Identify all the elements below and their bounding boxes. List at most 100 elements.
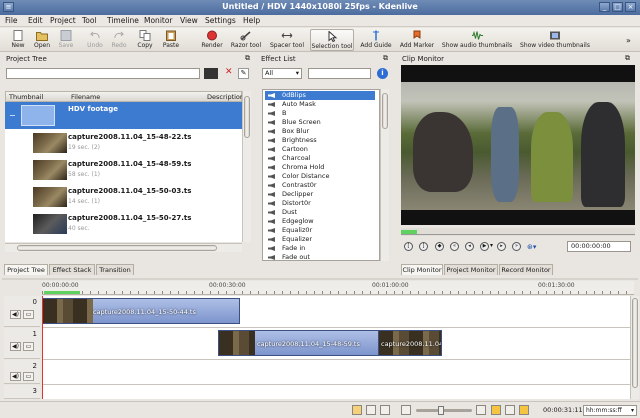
effect-item[interactable]: Contrast0r (265, 181, 375, 190)
split-audio-icon[interactable] (366, 405, 376, 415)
menu-project[interactable]: Project (50, 16, 76, 25)
minimize-icon[interactable]: _ (599, 2, 610, 12)
effect-list-vscrollbar[interactable] (380, 89, 389, 261)
razor-tool-button[interactable]: Razor tool (229, 29, 263, 51)
effect-item[interactable]: Blue Screen (265, 118, 375, 127)
show-audio-thumbnails-button[interactable]: Show audio thumbnails (440, 29, 514, 51)
effect-item[interactable]: Distort0r (265, 199, 375, 208)
scroll-thumb[interactable] (17, 245, 217, 251)
tab-record-monitor[interactable]: Record Monitor (499, 264, 553, 275)
effect-item[interactable]: B (265, 109, 375, 118)
redo-button[interactable]: Redo (108, 29, 130, 51)
copy-button[interactable]: Copy (134, 29, 156, 51)
timecode-format-select[interactable]: hh:mm:ss:ff ▾ (583, 405, 637, 416)
project-tree-hscrollbar[interactable] (5, 243, 242, 252)
clip-row[interactable]: capture2008.11.04_15-48-59.ts 58 sec. (1… (5, 157, 242, 183)
timeline-clip[interactable]: capture2008.11.04_15-50-44.ts (42, 298, 240, 324)
effect-item[interactable]: Fade in (265, 244, 375, 253)
zoom-out-icon[interactable] (401, 405, 411, 415)
column-filename[interactable]: Filename (71, 93, 100, 101)
menu-tool[interactable]: Tool (82, 16, 97, 25)
monitor-options-icon[interactable]: ⊛▾ (527, 243, 536, 251)
effect-item-0dblips[interactable]: 0dBlips (265, 91, 375, 100)
close-icon[interactable]: × (625, 2, 636, 12)
set-zone-start-icon[interactable]: [ (404, 242, 413, 251)
column-description[interactable]: Description (207, 93, 244, 101)
open-button[interactable]: Open (31, 29, 53, 51)
effect-filter-select[interactable]: All ▾ (262, 68, 302, 79)
menu-help[interactable]: Help (243, 16, 260, 25)
menu-settings[interactable]: Settings (205, 16, 236, 25)
effect-item[interactable]: Equaliz0r (265, 226, 375, 235)
menu-timeline[interactable]: Timeline (107, 16, 139, 25)
scroll-thumb[interactable] (382, 93, 388, 129)
set-zone-end-icon[interactable]: ] (419, 242, 428, 251)
timeline-clip[interactable]: capture2008.11.04_15-48-59.ts (218, 330, 382, 356)
marker-track-icon[interactable] (519, 405, 529, 415)
hide-video-icon[interactable]: ▭ (23, 342, 34, 351)
rewind-icon[interactable]: « (450, 242, 459, 251)
mute-audio-icon[interactable]: ◀) (10, 372, 21, 381)
effect-item[interactable]: Cartoon (265, 145, 375, 154)
status-icon[interactable] (352, 405, 362, 415)
panel-float-icon[interactable]: ⧉ (625, 54, 634, 63)
folder-row[interactable]: − HDV footage (5, 102, 242, 129)
zoom-slider-handle[interactable] (438, 406, 444, 415)
effect-item[interactable]: Fade out (265, 253, 375, 260)
panel-splitter[interactable] (2, 278, 638, 280)
effect-item[interactable]: Equalizer (265, 235, 375, 244)
tab-effect-stack[interactable]: Effect Stack (49, 264, 95, 275)
edit-clip-icon[interactable]: ✎ (238, 68, 249, 79)
add-clip-icon[interactable] (204, 68, 218, 79)
effect-search-input[interactable] (308, 68, 371, 79)
rewind-frame-icon[interactable]: ◂ (465, 242, 474, 251)
effect-item[interactable]: Auto Mask (265, 100, 375, 109)
tab-transition[interactable]: Transition (96, 264, 134, 275)
scroll-thumb[interactable] (244, 96, 250, 138)
tab-project-tree[interactable]: Project Tree (4, 264, 48, 275)
spacer-tool-button[interactable]: Spacer tool (268, 29, 306, 51)
timeline-vscrollbar[interactable] (630, 296, 639, 399)
audio-track-icon[interactable] (505, 405, 515, 415)
playhead[interactable] (42, 296, 43, 399)
timeline-clip[interactable]: capture2008.11.04_15-48-59.ts (378, 330, 442, 356)
effect-item[interactable]: Declipper (265, 190, 375, 199)
effect-item[interactable]: Charcoal (265, 154, 375, 163)
mute-audio-icon[interactable]: ◀) (10, 342, 21, 351)
project-search-input[interactable] (6, 68, 200, 79)
forward-icon[interactable]: » (512, 242, 521, 251)
monitor-timecode-input[interactable]: 00:00:00:00 (567, 241, 631, 252)
effect-item[interactable]: Chroma Hold (265, 163, 375, 172)
timeline-ruler[interactable]: 00:00:00:00 00:00:30:00 00:01:00:00 00:0… (42, 281, 634, 295)
tab-project-monitor[interactable]: Project Monitor (444, 264, 498, 275)
video-track-icon[interactable] (491, 405, 501, 415)
scroll-thumb[interactable] (632, 298, 638, 388)
panel-float-icon[interactable]: ⧉ (245, 54, 254, 63)
hide-video-icon[interactable]: ▭ (23, 372, 34, 381)
previous-marker-icon[interactable]: ◆ (435, 242, 444, 251)
render-button[interactable]: Render (199, 29, 225, 51)
add-marker-button[interactable]: Add Marker (398, 29, 436, 51)
snap-icon[interactable] (380, 405, 390, 415)
play-icon[interactable]: ▶ (480, 242, 489, 251)
selection-tool-button[interactable]: Selection tool (310, 29, 354, 51)
collapse-icon[interactable]: − (9, 111, 16, 120)
video-preview[interactable] (401, 65, 635, 225)
zoom-slider[interactable] (416, 406, 472, 415)
mute-audio-icon[interactable]: ◀) (10, 310, 21, 319)
chevron-down-icon[interactable]: ▾ (490, 242, 493, 249)
clip-row[interactable]: capture2008.11.04_15-50-03.ts 14 sec. (1… (5, 184, 242, 210)
effect-item[interactable]: Color Distance (265, 172, 375, 181)
monitor-ruler[interactable] (401, 228, 635, 236)
effect-item[interactable]: Dust (265, 208, 375, 217)
clip-row[interactable]: capture2008.11.04_15-50-27.ts 40 sec. (5, 211, 242, 237)
menu-monitor[interactable]: Monitor (144, 16, 173, 25)
tab-clip-monitor[interactable]: Clip Monitor (401, 264, 443, 275)
effect-item[interactable]: Edgeglow (265, 217, 375, 226)
paste-button[interactable]: Paste (159, 29, 183, 51)
forward-frame-icon[interactable]: ▸ (497, 242, 506, 251)
delete-clip-icon[interactable]: ✕ (225, 67, 233, 77)
column-thumbnail[interactable]: Thumbnail (9, 93, 43, 101)
menu-edit[interactable]: Edit (28, 16, 43, 25)
menu-file[interactable]: File (5, 16, 18, 25)
